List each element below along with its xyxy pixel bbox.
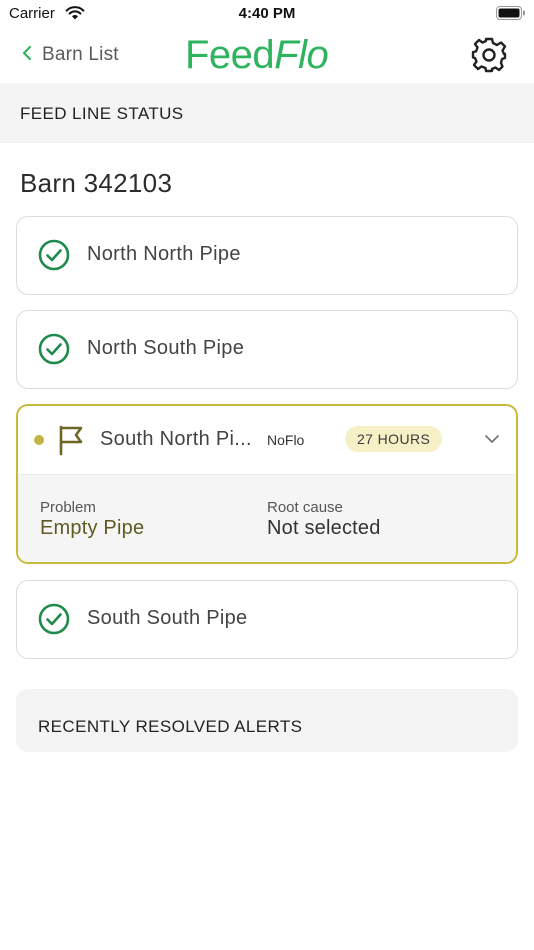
status-bar: Carrier 4:40 PM bbox=[0, 0, 534, 30]
pipe-card-north-north[interactable]: North North Pipe bbox=[16, 216, 518, 295]
battery-icon bbox=[496, 6, 526, 25]
pipe-name: North North Pipe bbox=[87, 243, 241, 265]
section-title: FEED LINE STATUS bbox=[20, 104, 184, 123]
pipe-card-north-south[interactable]: North South Pipe bbox=[16, 310, 518, 389]
back-label: Barn List bbox=[42, 44, 119, 65]
back-button[interactable]: Barn List bbox=[22, 42, 119, 68]
flag-icon bbox=[58, 424, 84, 461]
pipe-name: North South Pipe bbox=[87, 337, 245, 359]
duration-badge: 27 HOURS bbox=[345, 426, 443, 452]
pipe-name: South North Pi... bbox=[100, 428, 252, 450]
barn-title: Barn 342103 bbox=[20, 168, 173, 198]
navigation-bar: Barn List FeedFlo bbox=[0, 30, 534, 83]
check-circle-icon bbox=[38, 239, 70, 276]
gear-icon bbox=[470, 37, 508, 78]
settings-button[interactable] bbox=[470, 36, 508, 79]
logo-text-feed: Feed bbox=[185, 33, 275, 77]
logo-text-flo: Flo bbox=[274, 33, 329, 77]
problem-value: Empty Pipe bbox=[40, 517, 145, 539]
pipe-card-south-north-alert[interactable]: South North Pi... NoFlo 27 HOURS Problem… bbox=[16, 404, 518, 564]
feed-line-status-header: FEED LINE STATUS bbox=[0, 83, 534, 143]
root-cause-label: Root cause bbox=[267, 499, 343, 516]
alert-details: Problem Empty Pipe Root cause Not select… bbox=[18, 474, 516, 562]
clock: 4:40 PM bbox=[238, 5, 296, 22]
unread-dot bbox=[34, 435, 44, 445]
check-circle-icon bbox=[38, 603, 70, 640]
pipe-card-south-south[interactable]: South South Pipe bbox=[16, 580, 518, 659]
alert-header[interactable]: South North Pi... NoFlo 27 HOURS bbox=[18, 406, 516, 474]
recently-resolved-alerts-section[interactable]: RECENTLY RESOLVED ALERTS bbox=[16, 689, 518, 752]
pipe-name: South South Pipe bbox=[87, 607, 248, 629]
chevron-left-icon bbox=[22, 45, 32, 66]
chevron-down-icon[interactable] bbox=[484, 432, 500, 450]
alert-type-label: NoFlo bbox=[267, 432, 305, 448]
root-cause-value: Not selected bbox=[267, 517, 381, 539]
resolved-title: RECENTLY RESOLVED ALERTS bbox=[38, 717, 303, 736]
problem-label: Problem bbox=[40, 499, 96, 516]
feedflo-logo: FeedFlo bbox=[185, 33, 329, 78]
check-circle-icon bbox=[38, 333, 70, 370]
